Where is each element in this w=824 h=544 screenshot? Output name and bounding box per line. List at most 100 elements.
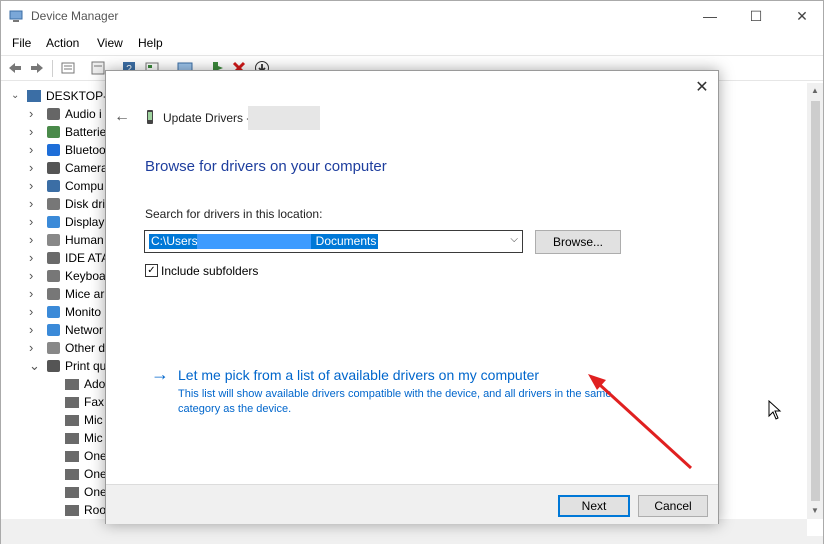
search-location-label: Search for drivers in this location: [145,207,323,221]
scroll-thumb[interactable] [811,101,820,501]
menu-file[interactable]: File [12,36,31,50]
maximize-button[interactable]: ☐ [733,1,779,31]
tree-printer-item[interactable]: One [65,465,107,483]
tree-category[interactable]: › Monito [29,303,101,321]
path-suffix: Documents [315,234,377,248]
tree-category-label: Batterie [65,125,107,139]
tree-category[interactable]: › Human [29,231,104,249]
tree-category[interactable]: › IDE ATA [29,249,109,267]
menu-bar: File Action View Help [1,32,823,54]
chevron-right-icon[interactable]: › [29,125,39,138]
mouse-icon [47,288,60,300]
chevron-right-icon[interactable]: › [29,269,39,282]
tree-category[interactable]: › Batterie [29,123,106,141]
battery-icon [47,126,60,138]
vertical-scrollbar[interactable]: ▲ ▼ [807,83,823,519]
tree-printer-item[interactable]: One [65,447,107,465]
tree-category-label: Networ [65,323,104,337]
cancel-button[interactable]: Cancel [638,495,708,517]
tree-category-label: Monito [65,305,102,319]
tree-printer-item[interactable]: Mic [65,429,103,447]
window-title: Device Manager [31,9,119,23]
tree-printer-item[interactable]: Mic [65,411,103,429]
tree-category[interactable]: › Audio i [29,105,102,123]
chevron-right-icon[interactable]: › [29,161,39,174]
tree-category[interactable]: › Networ [29,321,103,339]
checkmark-icon: ✓ [147,265,156,276]
minimize-button[interactable]: — [687,1,733,31]
pick-driver-link[interactable]: Let me pick from a list of available dri… [178,367,539,383]
include-subfolders-checkbox[interactable]: ✓ [145,264,158,277]
chevron-right-icon[interactable]: › [29,251,39,264]
tree-category-label: Keyboa [65,269,106,283]
tree-printer-item[interactable]: Ado [65,375,105,393]
tree-category[interactable]: › Display [29,213,104,231]
include-subfolders-label: Include subfolders [161,264,259,278]
printer-icon [47,360,60,372]
update-driver-icon[interactable] [90,60,106,76]
printer-icon [65,378,79,390]
tree-category[interactable]: › Bluetoo [29,141,106,159]
menu-help[interactable]: Help [138,36,163,50]
tree-category-label: Audio i [65,107,102,121]
chevron-right-icon[interactable]: › [29,323,39,336]
tree-category[interactable]: › Compu [29,177,104,195]
next-button[interactable]: Next [558,495,630,517]
chevron-right-icon[interactable]: › [29,233,39,246]
back-icon[interactable] [7,60,23,76]
forward-icon[interactable] [29,60,45,76]
tree-printer-item[interactable]: One [65,483,107,501]
tree-category-label: Other d [65,341,106,355]
status-bar [1,536,823,544]
chevron-down-icon[interactable]: ⌄ [11,91,21,101]
tree-category[interactable]: › Mice ar [29,285,104,303]
menu-view[interactable]: View [97,36,123,50]
driver-path-combobox[interactable]: C:\Users Documents ⌵ [144,230,523,253]
tree-category[interactable]: ⌄ Print qu [29,357,106,375]
chevron-right-icon[interactable]: › [29,215,39,228]
mouse-cursor-icon [768,400,782,420]
maximize-icon: ☐ [749,7,763,24]
printer-icon [65,414,79,426]
back-arrow-icon: ← [114,108,130,125]
back-arrow-button[interactable]: ← [114,109,130,125]
tree-printer-item[interactable]: Roo [65,501,106,519]
chevron-right-icon[interactable]: › [29,179,39,192]
chevron-down-icon[interactable]: ⌄ [29,359,40,372]
tree-category[interactable]: › Keyboa [29,267,106,285]
device-icon [147,110,153,124]
properties-icon[interactable] [60,60,76,76]
dialog-footer: Next Cancel [106,484,718,524]
tree-printer-label: One [84,449,107,463]
arrow-right-icon[interactable]: → [151,365,169,383]
scroll-down-icon[interactable]: ▼ [807,503,823,519]
chevron-right-icon[interactable]: › [29,341,39,354]
tree-category-label: Display [65,215,105,229]
dialog-close-button[interactable]: ✕ [693,79,711,97]
chevron-right-icon[interactable]: › [29,197,39,210]
tree-category-label: Mice ar [65,287,105,301]
chevron-down-icon[interactable]: ⌵ [510,234,518,245]
minimize-icon: — [703,8,717,24]
tree-printer-item[interactable]: Fax [65,393,104,411]
chevron-right-icon[interactable]: › [29,107,39,120]
tree-category[interactable]: › Disk dri [29,195,105,213]
scroll-up-icon[interactable]: ▲ [807,83,823,99]
close-window-button[interactable]: ✕ [779,1,824,31]
chevron-right-icon[interactable]: › [29,143,39,156]
chevron-right-icon[interactable]: › [29,287,39,300]
menu-action[interactable]: Action [46,36,79,50]
bluetooth-icon [47,144,60,156]
tree-root[interactable]: ⌄ DESKTOP-B [11,87,115,105]
chevron-right-icon[interactable]: › [29,305,39,318]
close-icon: ✕ [796,7,808,24]
tree-category[interactable]: › Other d [29,339,105,357]
browse-button[interactable]: Browse... [535,230,621,254]
tree-category-label: Compu [65,179,104,193]
ide-icon [47,252,60,264]
tree-category[interactable]: › Camera [29,159,108,177]
pick-driver-description: This list will show available drivers co… [178,388,612,415]
redacted-username [197,234,311,249]
tree-printer-label: Roo [84,503,107,517]
tree-printer-label: Mic [84,431,103,445]
